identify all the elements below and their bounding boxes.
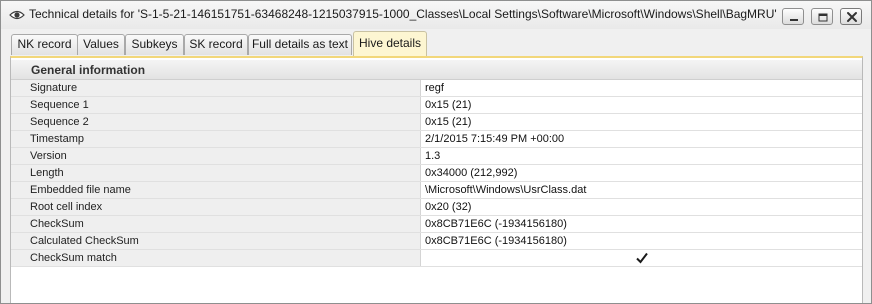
property-name: Length [11, 165, 421, 181]
checksum-match-checkbox[interactable] [635, 251, 649, 265]
property-name: Embedded file name [11, 182, 421, 198]
property-value: 0x15 (21) [425, 99, 472, 111]
property-value: 0x8CB71E6C (-1934156180) [425, 218, 567, 230]
property-name: Root cell index [11, 199, 421, 215]
property-value: \Microsoft\Windows\UsrClass.dat [425, 184, 587, 196]
tab-sk-record[interactable]: SK record [184, 34, 248, 55]
technical-details-window: Technical details for 'S-1-5-21-14615175… [0, 0, 872, 304]
property-row[interactable]: Sequence 1 0x15 (21) [11, 97, 862, 114]
property-name: Sequence 1 [11, 97, 421, 113]
property-name: Sequence 2 [11, 114, 421, 130]
property-value: 0x15 (21) [425, 116, 472, 128]
property-row[interactable]: Calculated CheckSum 0x8CB71E6C (-1934156… [11, 233, 862, 250]
checkmark-icon [636, 252, 648, 264]
property-row[interactable]: Signature regf [11, 80, 862, 97]
property-name: Signature [11, 80, 421, 96]
tab-full-details[interactable]: Full details as text [248, 34, 352, 55]
property-row[interactable]: Embedded file name \Microsoft\Windows\Us… [11, 182, 862, 199]
property-value: 0x34000 (212,992) [425, 167, 518, 179]
property-value: 1.3 [425, 150, 441, 162]
group-header[interactable]: General information [11, 60, 862, 80]
property-value: 0x8CB71E6C (-1934156180) [425, 235, 567, 247]
window-title: Technical details for 'S-1-5-21-14615175… [29, 7, 777, 21]
property-row[interactable]: Length 0x34000 (212,992) [11, 165, 862, 182]
property-value: 2/1/2015 7:15:49 PM +00:00 [425, 133, 565, 145]
minimize-button[interactable] [782, 8, 804, 25]
group-label: General information [31, 63, 146, 77]
property-name: Timestamp [11, 131, 421, 147]
property-row[interactable]: Sequence 2 0x15 (21) [11, 114, 862, 131]
hive-details-grid: General information Signature regf Seque… [10, 56, 863, 303]
minimize-icon [790, 19, 798, 21]
close-button[interactable] [840, 8, 862, 25]
property-name: Version [11, 148, 421, 164]
restore-icon [818, 13, 828, 22]
property-value: regf [425, 82, 444, 94]
tab-nk-record[interactable]: NK record [11, 34, 78, 55]
tab-subkeys[interactable]: Subkeys [125, 34, 184, 55]
property-value: 0x20 (32) [425, 201, 472, 213]
tab-values[interactable]: Values [77, 34, 125, 55]
property-row[interactable]: Root cell index 0x20 (32) [11, 199, 862, 216]
property-row[interactable]: CheckSum match [11, 250, 862, 267]
eye-icon [9, 9, 25, 21]
restore-button[interactable] [811, 8, 833, 25]
property-name: CheckSum [11, 216, 421, 232]
tab-hive-details[interactable]: Hive details [353, 31, 427, 56]
property-name: Calculated CheckSum [11, 233, 421, 249]
property-row[interactable]: Timestamp 2/1/2015 7:15:49 PM +00:00 [11, 131, 862, 148]
property-row[interactable]: CheckSum 0x8CB71E6C (-1934156180) [11, 216, 862, 233]
close-icon [847, 12, 857, 22]
title-bar[interactable]: Technical details for 'S-1-5-21-14615175… [1, 1, 871, 29]
property-row[interactable]: Version 1.3 [11, 148, 862, 165]
property-name: CheckSum match [11, 250, 421, 266]
tab-strip: NK record Values Subkeys SK record Full … [1, 29, 871, 56]
